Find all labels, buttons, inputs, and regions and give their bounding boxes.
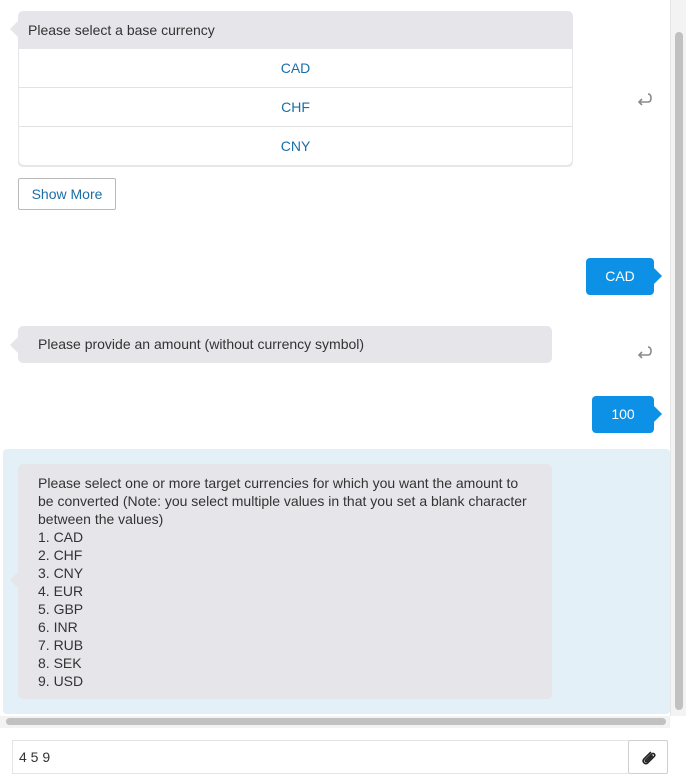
attach-button[interactable] (628, 740, 668, 774)
option-chf[interactable]: CHF (19, 87, 572, 126)
reply-icon[interactable] (634, 343, 654, 363)
user-message-cad: CAD (586, 258, 662, 295)
option-cad[interactable]: CAD (19, 49, 572, 87)
target-currencies-intro: Please select one or more target currenc… (38, 475, 527, 527)
amount-prompt-message: Please provide an amount (without curren… (10, 326, 552, 363)
composer (0, 736, 686, 780)
user-message-amount: 100 (592, 396, 662, 433)
option-cny[interactable]: CNY (19, 126, 572, 165)
base-currency-message: Please select a base currency CAD CHF CN… (10, 11, 573, 167)
reply-icon[interactable] (634, 90, 654, 110)
list-item: 9. USD (38, 673, 84, 689)
base-currency-prompt: Please select a base currency (28, 22, 215, 38)
paperclip-icon (642, 751, 656, 765)
horizontal-scrollbar[interactable] (0, 716, 670, 728)
list-item: 3. CNY (38, 565, 84, 581)
message-input[interactable] (12, 740, 628, 774)
list-item: 8. SEK (38, 655, 82, 671)
horizontal-scrollbar-thumb[interactable] (6, 718, 666, 725)
vertical-scrollbar[interactable] (670, 0, 686, 716)
list-item: 7. RUB (38, 637, 84, 653)
chat-transcript: Please select a base currency CAD CHF CN… (0, 0, 670, 716)
target-currencies-message: Please select one or more target currenc… (10, 464, 552, 699)
currency-options: CAD CHF CNY (19, 49, 572, 165)
list-item: 6. INR (38, 619, 78, 635)
list-item: 5. GBP (38, 601, 84, 617)
list-item: 1. CAD (38, 529, 84, 545)
list-item: 4. EUR (38, 583, 84, 599)
show-more-button[interactable]: Show More (18, 178, 116, 210)
vertical-scrollbar-thumb[interactable] (675, 32, 683, 710)
list-item: 2. CHF (38, 547, 83, 563)
